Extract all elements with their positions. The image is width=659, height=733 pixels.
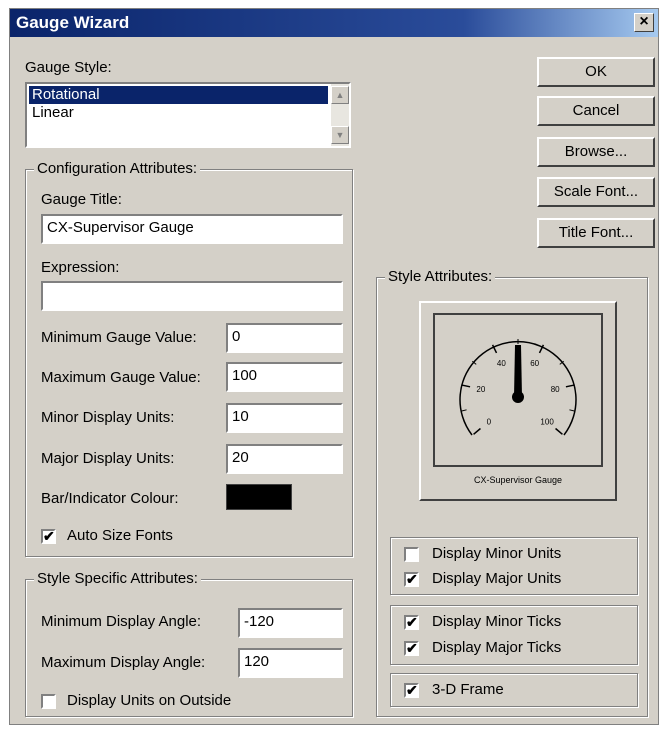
max-gauge-value: 100 <box>232 367 258 384</box>
gauge-preview: 0 20 40 60 80 100 CX-Supervisor Gauge <box>419 301 617 501</box>
style-specific-attributes-legend: Style Specific Attributes: <box>34 570 201 587</box>
display-units-outside-checkbox[interactable] <box>41 694 56 709</box>
major-display-units-value: 20 <box>232 449 249 466</box>
check-icon: ✔ <box>406 640 418 656</box>
minor-tick <box>569 409 575 412</box>
display-units-outside-label: Display Units on Outside <box>67 692 232 709</box>
ok-button[interactable]: OK <box>537 57 655 87</box>
display-minor-units-label: Display Minor Units <box>432 545 562 562</box>
arrow-down-icon: ▼ <box>335 130 345 140</box>
major-tick <box>565 384 575 388</box>
close-icon: × <box>639 13 649 30</box>
bar-indicator-colour-label: Bar/Indicator Colour: <box>41 490 179 507</box>
gauge-tick-label: 60 <box>530 359 539 368</box>
auto-size-fonts-label: Auto Size Fonts <box>67 527 173 544</box>
major-tick <box>473 427 481 435</box>
list-item-linear[interactable]: Linear <box>29 104 328 122</box>
min-display-angle-label: Minimum Display Angle: <box>41 613 202 630</box>
display-minor-units-checkbox[interactable] <box>404 547 419 562</box>
display-minor-ticks-label: Display Minor Ticks <box>432 613 562 630</box>
check-icon: ✔ <box>406 571 418 587</box>
gauge-tick-label: 80 <box>551 385 560 394</box>
check-icon: ✔ <box>43 528 55 544</box>
list-scrollbar[interactable]: ▲ ▼ <box>331 84 349 146</box>
major-tick <box>555 427 563 435</box>
gauge-needle <box>514 345 522 397</box>
gauge-tick-label: 40 <box>497 359 506 368</box>
list-item-rotational[interactable]: Rotational <box>29 86 328 104</box>
min-display-angle-input[interactable]: -120 <box>238 608 343 638</box>
major-display-units-label: Major Display Units: <box>41 450 175 467</box>
gauge-title-input[interactable]: CX-Supervisor Gauge <box>41 214 343 244</box>
minor-display-units-input[interactable]: 10 <box>226 403 343 433</box>
close-button[interactable]: × <box>634 13 654 32</box>
gauge-hub <box>512 391 524 403</box>
cancel-button[interactable]: Cancel <box>537 96 655 126</box>
browse-button[interactable]: Browse... <box>537 137 655 167</box>
scroll-up-button[interactable]: ▲ <box>331 86 349 104</box>
max-display-angle-label: Maximum Display Angle: <box>41 654 206 671</box>
gauge-preview-caption: CX-Supervisor Gauge <box>473 475 563 485</box>
max-gauge-value-label: Maximum Gauge Value: <box>41 369 201 386</box>
min-gauge-value: 0 <box>232 328 241 345</box>
display-minor-ticks-checkbox[interactable]: ✔ <box>404 615 419 630</box>
frame-3d-label: 3-D Frame <box>432 681 504 698</box>
gauge-title-label: Gauge Title: <box>41 191 122 208</box>
gauge-wizard-dialog: Gauge Wizard × Gauge Style: Rotational L… <box>9 8 659 725</box>
display-major-ticks-checkbox[interactable]: ✔ <box>404 641 419 656</box>
display-major-units-label: Display Major Units <box>432 570 562 587</box>
major-display-units-input[interactable]: 20 <box>226 444 343 474</box>
max-display-angle-value: 120 <box>244 653 270 670</box>
gauge-style-listbox[interactable]: Rotational Linear ▲ ▼ <box>25 82 351 148</box>
check-icon: ✔ <box>406 682 418 698</box>
major-tick <box>461 384 471 388</box>
minor-display-units-value: 10 <box>232 408 249 425</box>
arrow-up-icon: ▲ <box>335 90 345 100</box>
gauge-tick-label: 20 <box>476 385 485 394</box>
title-font-button[interactable]: Title Font... <box>537 218 655 248</box>
gauge-dial-svg: 0 20 40 60 80 100 <box>459 339 577 436</box>
gauge-preview-face: 0 20 40 60 80 100 <box>433 313 603 467</box>
minor-tick <box>461 409 467 412</box>
min-display-angle-value: -120 <box>244 613 275 630</box>
display-major-units-checkbox[interactable]: ✔ <box>404 572 419 587</box>
min-gauge-value-input[interactable]: 0 <box>226 323 343 353</box>
frame-3d-checkbox[interactable]: ✔ <box>404 683 419 698</box>
check-icon: ✔ <box>406 614 418 630</box>
window-title: Gauge Wizard <box>16 13 130 32</box>
auto-size-fonts-checkbox[interactable]: ✔ <box>41 529 56 544</box>
title-bar[interactable]: Gauge Wizard × <box>10 9 658 37</box>
style-attributes-legend: Style Attributes: <box>385 268 496 285</box>
gauge-style-label: Gauge Style: <box>25 59 112 76</box>
configuration-attributes-legend: Configuration Attributes: <box>34 160 201 177</box>
expression-label: Expression: <box>41 259 120 276</box>
expression-input[interactable] <box>41 281 343 311</box>
bar-indicator-colour-swatch[interactable] <box>226 484 292 510</box>
scale-font-button[interactable]: Scale Font... <box>537 177 655 207</box>
display-major-ticks-label: Display Major Ticks <box>432 639 562 656</box>
gauge-tick-label: 100 <box>540 417 554 426</box>
max-display-angle-input[interactable]: 120 <box>238 648 343 678</box>
frame-options-box <box>390 673 638 707</box>
minor-display-units-label: Minor Display Units: <box>41 409 175 426</box>
scroll-down-button[interactable]: ▼ <box>331 126 349 144</box>
gauge-title-value: CX-Supervisor Gauge <box>47 219 194 236</box>
max-gauge-value-input[interactable]: 100 <box>226 362 343 392</box>
gauge-tick-label: 0 <box>487 417 492 426</box>
min-gauge-value-label: Minimum Gauge Value: <box>41 329 197 346</box>
